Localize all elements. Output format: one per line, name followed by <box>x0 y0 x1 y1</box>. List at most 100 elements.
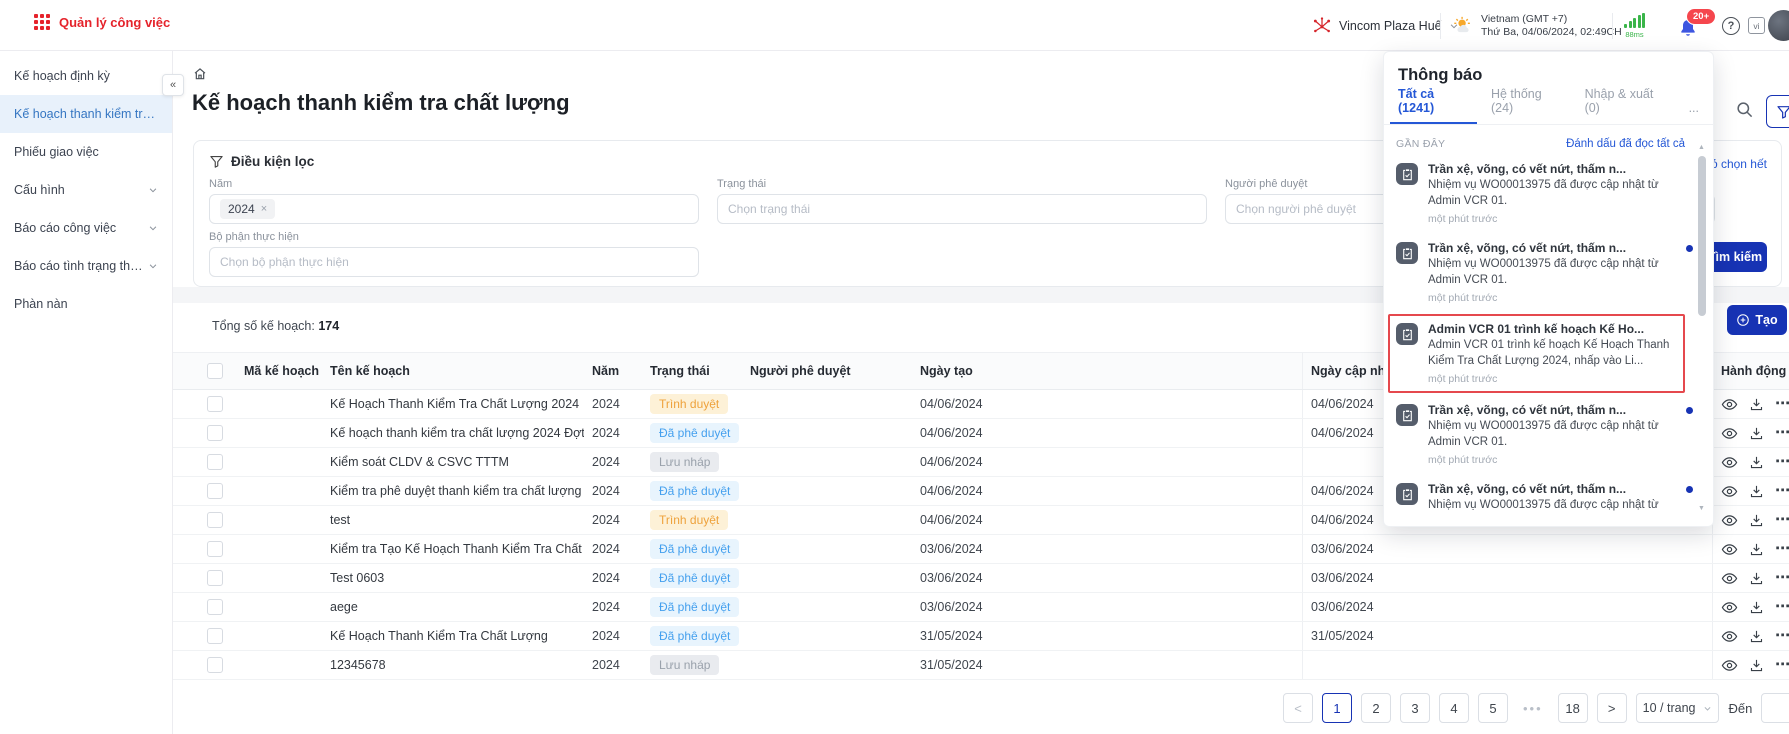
view-icon[interactable] <box>1721 396 1738 413</box>
row-checkbox[interactable] <box>207 599 223 615</box>
view-icon[interactable] <box>1721 425 1738 442</box>
download-icon[interactable] <box>1749 426 1764 441</box>
page-buttons: 12345 ••• 18 <box>1322 693 1588 723</box>
department-select[interactable] <box>209 247 699 277</box>
user-avatar[interactable] <box>1768 10 1789 41</box>
create-button[interactable]: Tạo <box>1727 305 1787 335</box>
sidebar-item[interactable]: Báo cáo công việc <box>0 209 172 247</box>
sidebar-item[interactable]: Báo cáo tình trạng thực hiện <box>0 247 172 285</box>
status-select[interactable] <box>717 194 1207 224</box>
language-switcher[interactable]: vi <box>1748 0 1765 51</box>
notification-tab[interactable]: Tất cả (1241) <box>1398 87 1469 124</box>
page-button[interactable]: 4 <box>1439 693 1469 723</box>
sidebar-item[interactable]: Cấu hình <box>0 171 172 209</box>
view-icon[interactable] <box>1721 541 1738 558</box>
scroll-down-icon[interactable]: ▼ <box>1698 505 1705 512</box>
filter-toggle-button[interactable] <box>1766 95 1789 128</box>
row-checkbox[interactable] <box>207 628 223 644</box>
row-checkbox[interactable] <box>207 396 223 412</box>
notification-tab[interactable]: Nhập & xuất (0) <box>1585 87 1667 124</box>
notification-item[interactable]: Trần xệ, võng, có vết nứt, thấm n... Nhi… <box>1384 233 1713 312</box>
workspace-selector[interactable]: Vincom Plaza Huế <box>1312 0 1459 51</box>
download-icon[interactable] <box>1749 600 1764 615</box>
view-icon[interactable] <box>1721 483 1738 500</box>
download-icon[interactable] <box>1749 513 1764 528</box>
notification-title: Thông báo <box>1384 66 1713 85</box>
notification-item[interactable]: Admin VCR 01 trình kế hoạch Kế Ho... Adm… <box>1388 314 1685 393</box>
row-checkbox[interactable] <box>207 541 223 557</box>
panel-scrollbar[interactable]: ▲ ▼ <box>1697 144 1707 512</box>
latency-indicator: 88ms <box>1624 0 1645 51</box>
page-button[interactable]: 2 <box>1361 693 1391 723</box>
download-icon[interactable] <box>1749 658 1764 673</box>
page-button[interactable]: 3 <box>1400 693 1430 723</box>
jump-page-input[interactable] <box>1761 693 1789 723</box>
download-icon[interactable] <box>1749 571 1764 586</box>
notification-panel: Thông báo Tất cả (1241) Hệ thống (24) Nhập… <box>1383 51 1714 527</box>
more-actions-icon[interactable]: ⋯ <box>1775 486 1789 496</box>
download-icon[interactable] <box>1749 484 1764 499</box>
col-year: Năm <box>584 353 642 389</box>
view-icon[interactable] <box>1721 657 1738 674</box>
download-icon[interactable] <box>1749 542 1764 557</box>
notification-item[interactable]: Trần xệ, võng, có vết nứt, thấm n... Nhi… <box>1384 395 1713 474</box>
prev-page-button[interactable]: < <box>1283 693 1313 723</box>
next-page-button[interactable]: > <box>1597 693 1627 723</box>
download-icon[interactable] <box>1749 629 1764 644</box>
row-checkbox[interactable] <box>207 425 223 441</box>
more-actions-icon[interactable]: ⋯ <box>1775 428 1789 438</box>
help-button[interactable]: ? <box>1722 0 1740 51</box>
page-button[interactable]: 18 <box>1558 693 1588 723</box>
sidebar-collapse-button[interactable]: « <box>162 74 184 96</box>
table-summary: Tổng số kế hoạch: 174 <box>212 319 339 333</box>
row-checkbox[interactable] <box>207 570 223 586</box>
row-checkbox[interactable] <box>207 454 223 470</box>
page-button[interactable]: 5 <box>1478 693 1508 723</box>
more-actions-icon[interactable]: ⋯ <box>1775 515 1789 525</box>
view-icon[interactable] <box>1721 599 1738 616</box>
page-size-select[interactable]: 10 / trang <box>1636 693 1720 723</box>
row-checkbox[interactable] <box>207 657 223 673</box>
sidebar-item-label: Báo cáo tình trạng thực hiện <box>14 259 144 273</box>
download-icon[interactable] <box>1749 455 1764 470</box>
notifications-bell-button[interactable]: 20+ <box>1678 10 1718 44</box>
more-actions-icon[interactable]: ⋯ <box>1775 573 1789 583</box>
view-icon[interactable] <box>1721 570 1738 587</box>
scroll-up-icon[interactable]: ▲ <box>1698 144 1705 151</box>
page-button[interactable]: 1 <box>1322 693 1352 723</box>
home-icon[interactable] <box>192 66 208 82</box>
sidebar-item[interactable]: Kế hoạch định kỳ <box>0 57 172 95</box>
notification-item[interactable]: Trần xệ, võng, có vết nứt, thấm n... Nhi… <box>1384 474 1713 522</box>
row-checkbox[interactable] <box>207 512 223 528</box>
scrollbar-thumb[interactable] <box>1698 156 1706 316</box>
select-all-checkbox[interactable] <box>207 363 223 379</box>
view-icon[interactable] <box>1721 512 1738 529</box>
mark-all-read-link[interactable]: Đánh dấu đã đọc tất cả <box>1566 138 1685 150</box>
search-icon[interactable] <box>1735 100 1754 119</box>
page-ellipsis[interactable]: ••• <box>1517 693 1549 723</box>
more-actions-icon[interactable]: ⋯ <box>1775 544 1789 554</box>
notification-text: Trần xệ, võng, có vết nứt, thấm n... Nhi… <box>1428 482 1659 514</box>
notification-item[interactable]: Trần xệ, võng, có vết nứt, thấm n... Nhi… <box>1384 154 1713 233</box>
top-bar: Quản lý công việc Vincom Plaza Huế Vietn… <box>0 0 1789 51</box>
view-icon[interactable] <box>1721 628 1738 645</box>
app-logo[interactable]: Quản lý công việc <box>34 14 170 30</box>
more-actions-icon[interactable]: ⋯ <box>1775 631 1789 641</box>
notification-tab[interactable]: Hệ thống (24) <box>1491 87 1563 124</box>
more-actions-icon[interactable]: ⋯ <box>1775 602 1789 612</box>
year-select[interactable]: 2024 × <box>209 194 699 224</box>
more-actions-icon[interactable]: ⋯ <box>1775 457 1789 467</box>
sidebar-item[interactable]: Kế hoạch thanh kiểm tra chất... <box>0 95 172 133</box>
view-icon[interactable] <box>1721 454 1738 471</box>
download-icon[interactable] <box>1749 397 1764 412</box>
sidebar-item[interactable]: Phiếu giao việc <box>0 133 172 171</box>
more-actions-icon[interactable]: ⋯ <box>1775 660 1789 670</box>
app-screen: Quản lý công việc Vincom Plaza Huế Vietn… <box>0 0 1789 734</box>
notification-tab[interactable]: ... <box>1689 101 1699 124</box>
remove-tag-icon[interactable]: × <box>261 203 267 215</box>
sidebar-item[interactable]: Phàn nàn <box>0 285 172 323</box>
more-actions-icon[interactable]: ⋯ <box>1775 399 1789 409</box>
notification-item-body: Nhiệm vụ WO00013975 đã được cập nhật từ <box>1428 498 1659 514</box>
row-checkbox[interactable] <box>207 483 223 499</box>
status-badge: Đã phê duyệt <box>650 597 739 617</box>
